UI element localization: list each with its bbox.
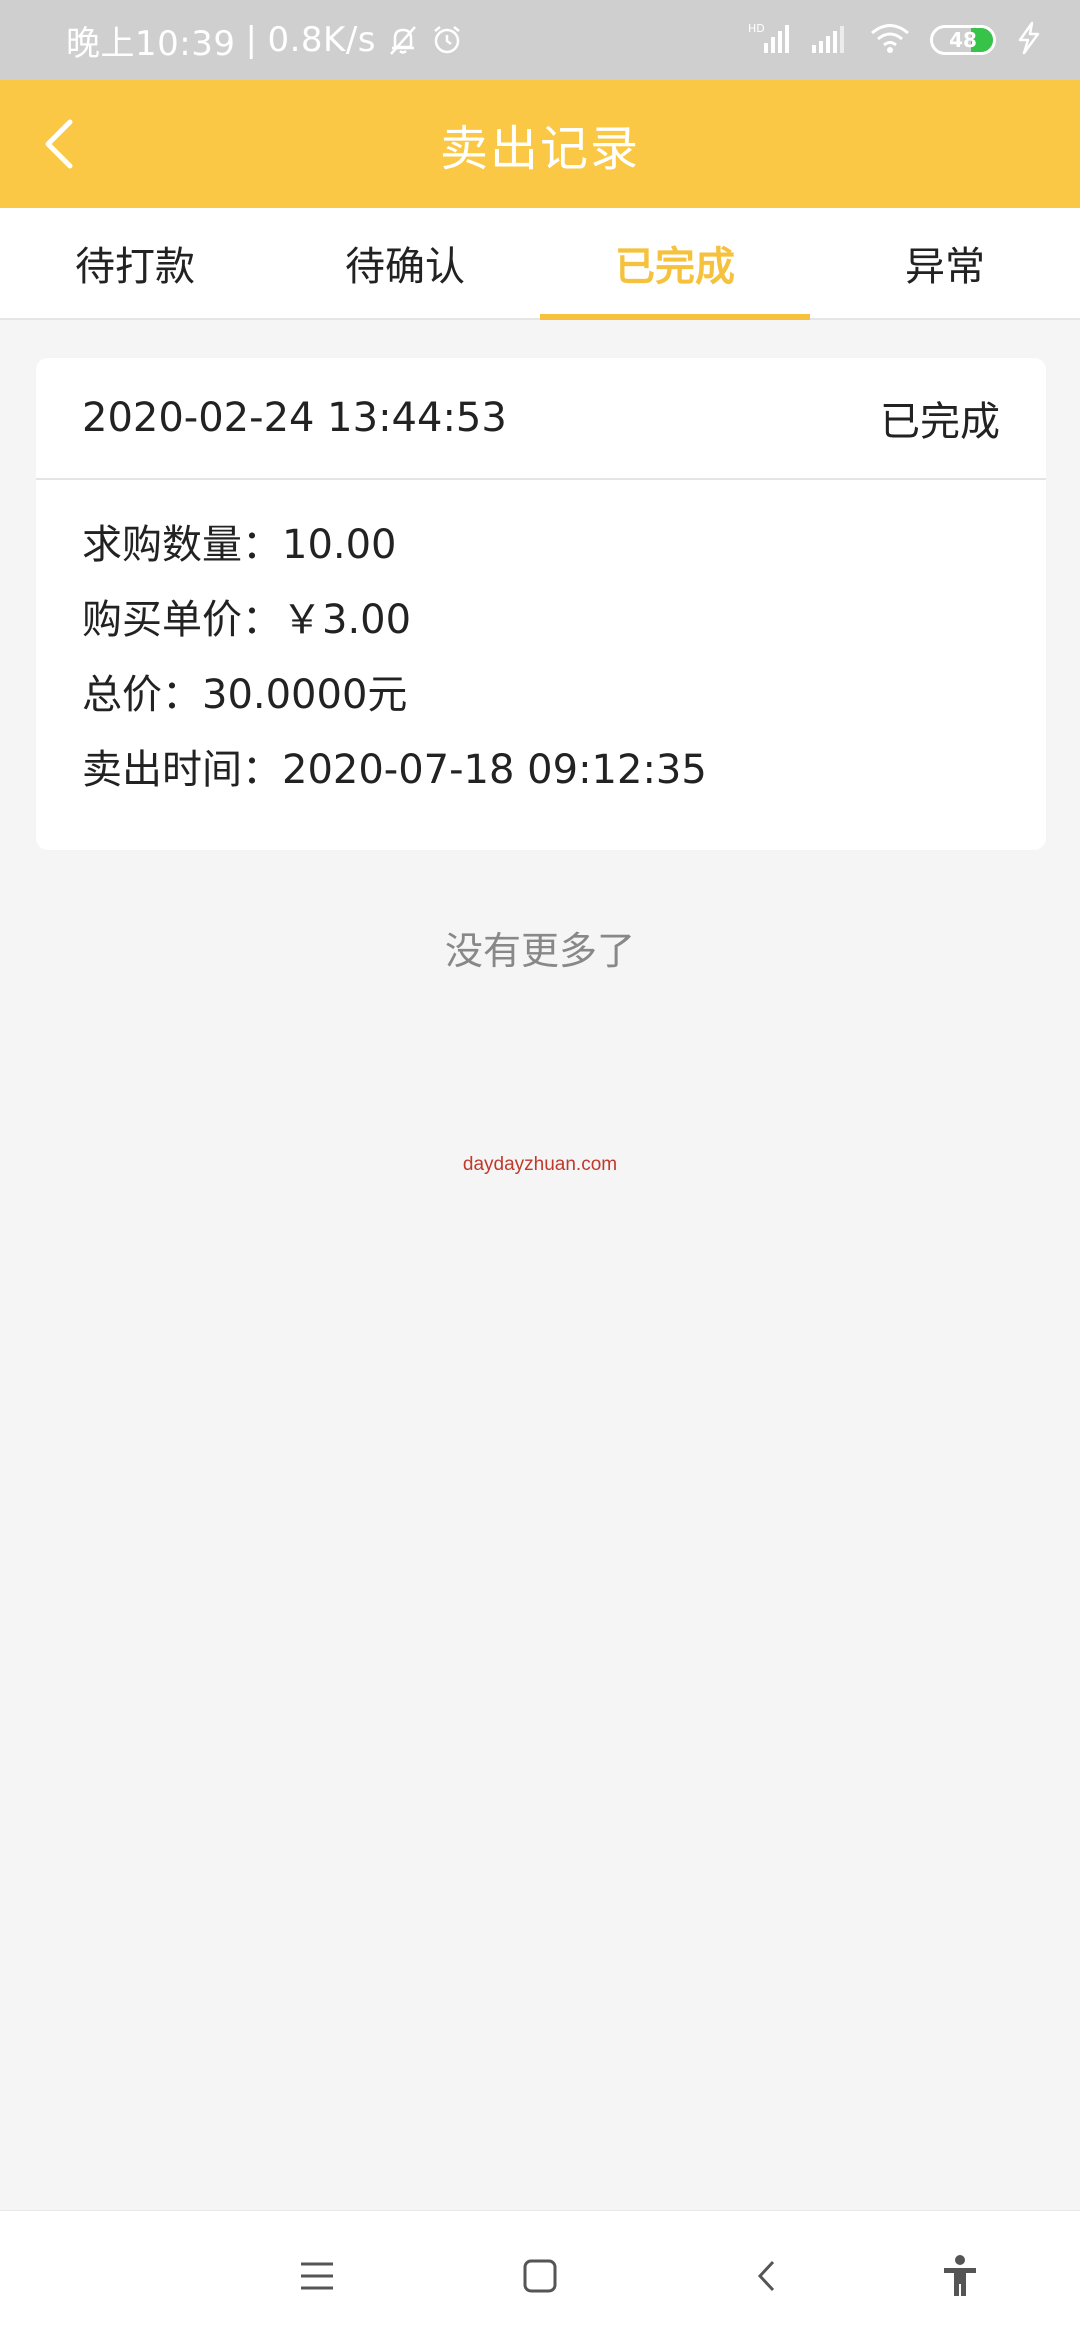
hd-signal-icon: HD (748, 21, 792, 59)
record-quantity: 求购数量：10.00 (82, 522, 397, 568)
alarm-icon (430, 23, 464, 57)
home-square-icon (523, 2259, 557, 2293)
back-chevron-icon (757, 2260, 775, 2292)
accessibility-button[interactable] (925, 2241, 995, 2311)
app-header: 卖出记录 (0, 80, 1080, 208)
system-nav-bar (0, 2210, 1080, 2340)
battery-icon: 48 (930, 25, 996, 55)
battery-level: 48 (949, 28, 977, 52)
active-tab-indicator (540, 314, 810, 320)
page-title: 卖出记录 (439, 121, 640, 177)
status-right: HD 48 (748, 0, 1044, 80)
signal-icon (810, 21, 850, 59)
charging-icon (1014, 21, 1044, 59)
watermark: daydayzhuan.com (462, 1154, 618, 1175)
tab-bar: 待打款 待确认 已完成 异常 (0, 208, 1080, 320)
record-card-body: 求购数量：10.00 购买单价：￥3.00 总价：30.0000元 卖出时间：2… (36, 480, 1046, 808)
tab-label: 异常 (905, 244, 985, 290)
menu-icon (301, 2262, 333, 2290)
status-time: 晚上10:39 (66, 23, 236, 64)
menu-button[interactable] (282, 2241, 352, 2311)
tab-pending-payment[interactable]: 待打款 (0, 208, 270, 318)
list-end-text: 没有更多了 (444, 929, 635, 973)
nav-back-button[interactable] (732, 2241, 802, 2311)
bell-off-icon (386, 23, 420, 57)
status-separator: | (245, 20, 258, 60)
accessibility-icon (944, 2255, 976, 2296)
svg-text:HD: HD (748, 22, 765, 35)
back-button[interactable] (30, 114, 90, 174)
wifi-icon (868, 21, 912, 59)
tab-label: 已完成 (615, 244, 735, 290)
tab-completed[interactable]: 已完成 (540, 208, 810, 320)
tab-abnormal[interactable]: 异常 (810, 208, 1080, 318)
status-bar: 晚上10:39 | 0.8K/s HD 48 (0, 0, 1080, 80)
tab-label: 待打款 (75, 244, 195, 290)
record-card[interactable]: 2020-02-24 13:44:53 已完成 求购数量：10.00 购买单价：… (36, 358, 1046, 850)
status-left: 晚上10:39 | 0.8K/s (66, 0, 464, 80)
record-datetime: 2020-02-24 13:44:53 (82, 395, 507, 441)
record-card-header: 2020-02-24 13:44:53 已完成 (36, 358, 1046, 480)
network-speed: 0.8K/s (267, 20, 376, 60)
record-unit-price: 购买单价：￥3.00 (82, 597, 412, 643)
tab-pending-confirm[interactable]: 待确认 (270, 208, 540, 318)
status-badge: 已完成 (880, 399, 1000, 445)
tab-label: 待确认 (345, 244, 465, 290)
record-total: 总价：30.0000元 (82, 672, 408, 718)
back-arrow-icon (45, 119, 73, 169)
record-sell-time: 卖出时间：2020-07-18 09:12:35 (82, 747, 707, 793)
home-button[interactable] (505, 2241, 575, 2311)
